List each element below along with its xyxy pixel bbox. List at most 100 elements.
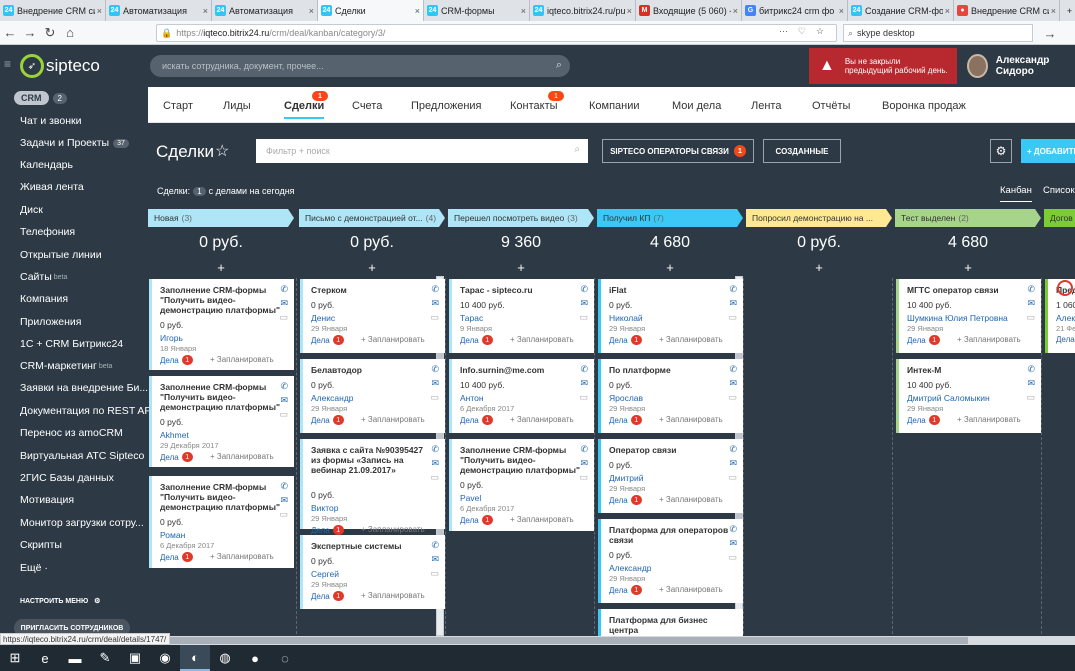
deal-card[interactable]: Платформа для операторов связи 0 руб. Алек… bbox=[598, 519, 743, 603]
schedule-link[interactable]: + Запланировать bbox=[361, 415, 425, 424]
deal-activities[interactable]: Дела 1 bbox=[311, 335, 344, 345]
search-box[interactable]: ⌕ skype desktop bbox=[843, 24, 1033, 42]
close-icon[interactable]: × bbox=[521, 6, 526, 16]
email-icon[interactable]: ✉ bbox=[431, 298, 439, 309]
chat-icon[interactable]: ▭ bbox=[579, 312, 588, 323]
deal-activities[interactable]: Дела 1 bbox=[311, 525, 344, 535]
logo[interactable]: ➶ sipteco bbox=[20, 53, 100, 79]
tab-3[interactable]: Сделки 1 bbox=[284, 91, 328, 119]
deal-activities[interactable]: Дела 1 bbox=[907, 415, 940, 425]
chat-icon[interactable]: ▭ bbox=[1026, 392, 1035, 403]
stage-header[interactable]: Попросил демонстрацию на ... bbox=[746, 209, 892, 227]
phone-icon[interactable]: ✆ bbox=[280, 481, 288, 492]
bookmark-star-icon[interactable]: ☆ bbox=[816, 26, 824, 37]
sidebar-item[interactable]: Чат и звонки bbox=[20, 115, 82, 127]
sidebar-item[interactable]: Ещё · bbox=[20, 562, 48, 574]
browser-tab[interactable]: M Входящие (5 060) - k × bbox=[636, 0, 742, 21]
deal-activities[interactable]: Дела 1 bbox=[460, 415, 493, 425]
deal-title[interactable]: Заполнение CRM-формы "Получить видео-дем… bbox=[160, 482, 280, 512]
portal-search-input[interactable]: искать сотрудника, документ, прочее... ⌕ bbox=[150, 55, 570, 77]
browser-tab[interactable]: Gбитрикс24 crm фо × bbox=[742, 0, 848, 21]
schedule-link[interactable]: + Запланировать bbox=[361, 525, 425, 534]
chat-icon[interactable]: ▭ bbox=[279, 312, 288, 323]
forward-icon[interactable]: → bbox=[20, 23, 40, 43]
stage-header[interactable]: Получил КП (7) bbox=[597, 209, 743, 227]
chat-icon[interactable]: ▭ bbox=[279, 409, 288, 420]
deal-card[interactable]: Тарас - sipteco.ru 10 400 руб. Тарас 9 Янва… bbox=[449, 279, 594, 353]
close-icon[interactable]: × bbox=[415, 6, 420, 16]
view-list-tab[interactable]: Список bbox=[1043, 185, 1075, 196]
close-icon[interactable]: × bbox=[627, 6, 632, 16]
phone-icon[interactable]: ✆ bbox=[1027, 284, 1035, 295]
deal-card[interactable]: Заполнение CRM-формы "Получить видео-дем… bbox=[449, 439, 594, 531]
star-icon[interactable]: ☆ bbox=[215, 141, 229, 161]
schedule-link[interactable]: + Запланировать bbox=[659, 495, 723, 504]
windows-icon[interactable]: ⊞ bbox=[0, 645, 30, 671]
add-deal-plus-icon[interactable]: + bbox=[597, 260, 743, 275]
phone-icon[interactable]: ✆ bbox=[729, 364, 737, 375]
deal-activities[interactable]: Дела 1 bbox=[311, 591, 344, 601]
browser-tab[interactable]: ● Внедрение CRM сис × bbox=[954, 0, 1060, 21]
reload-icon[interactable]: ↻ bbox=[40, 23, 60, 43]
tab-11[interactable]: Воронка продаж bbox=[882, 100, 966, 112]
user-menu[interactable]: Александр Сидоро bbox=[967, 53, 1075, 79]
sidebar-item[interactable]: Монитор загрузки сотру... bbox=[20, 517, 144, 529]
horizontal-scroll-thumb[interactable] bbox=[148, 637, 968, 644]
email-icon[interactable]: ✉ bbox=[431, 378, 439, 389]
deal-contact[interactable]: Алек bbox=[1056, 313, 1075, 323]
phone-icon[interactable]: ✆ bbox=[431, 284, 439, 295]
deal-contact[interactable]: Антон bbox=[460, 393, 484, 403]
record-icon[interactable]: ● bbox=[240, 645, 270, 671]
tab-4[interactable]: Счета bbox=[352, 100, 382, 112]
email-icon[interactable]: ✉ bbox=[431, 554, 439, 565]
deal-card[interactable]: Заявка с сайта №90395427 из формы «Запис… bbox=[300, 439, 445, 535]
close-icon[interactable]: × bbox=[97, 6, 102, 16]
schedule-link[interactable]: + Запланировать bbox=[659, 335, 723, 344]
deal-contact[interactable]: Виктор bbox=[311, 503, 338, 513]
workday-warning[interactable]: ▲ Вы не закрыли предыдущий рабочий день. bbox=[809, 48, 957, 84]
filter-search-input[interactable]: Фильтр + поиск ⌕ bbox=[256, 139, 588, 163]
deal-card[interactable]: Интек-М 10 400 руб. Дмитрий Саломыкин 29 Ян… bbox=[896, 359, 1041, 433]
deal-activities[interactable]: Дела 1 bbox=[609, 415, 642, 425]
add-deal-plus-icon[interactable]: + bbox=[895, 260, 1041, 275]
deal-card[interactable]: Белавтодор 0 руб. Александр 29 Января Дела 1 +… bbox=[300, 359, 445, 433]
sidebar-item[interactable]: Компания bbox=[20, 293, 68, 305]
deal-activities[interactable]: Дела bbox=[1056, 335, 1075, 344]
deal-title[interactable]: Белавтодор bbox=[311, 365, 431, 375]
phone-icon[interactable]: ✆ bbox=[280, 381, 288, 392]
view-kanban-tab[interactable]: Канбан bbox=[1000, 185, 1032, 202]
deal-card[interactable]: Стерком 0 руб. Денис 29 Января Дела 1 + Заплан… bbox=[300, 279, 445, 353]
add-deal-button[interactable]: + ДОБАВИТЬ bbox=[1021, 139, 1075, 163]
deal-contact[interactable]: Роман bbox=[160, 530, 185, 540]
deal-card[interactable]: iFlat 0 руб. Николай 29 Января Дела 1 + Заплан… bbox=[598, 279, 743, 353]
phone-icon[interactable]: ✆ bbox=[1027, 364, 1035, 375]
deal-contact[interactable]: Александр bbox=[609, 563, 652, 573]
deal-contact[interactable]: Александр bbox=[311, 393, 354, 403]
schedule-link[interactable]: + Запланировать bbox=[210, 355, 274, 364]
deal-contact[interactable]: Ярослав bbox=[609, 393, 643, 403]
chrome-icon[interactable]: ◉ bbox=[150, 645, 180, 671]
email-icon[interactable]: ✉ bbox=[280, 298, 288, 309]
phone-icon[interactable]: ✆ bbox=[431, 540, 439, 551]
sidebar-item[interactable]: Документация по REST API bbox=[20, 405, 154, 417]
deal-card[interactable]: По платформе 0 руб. Ярослав 29 Января Дела 1 +… bbox=[598, 359, 743, 433]
chat-icon[interactable]: ▭ bbox=[728, 552, 737, 563]
deal-title[interactable]: По платформе bbox=[609, 365, 729, 375]
phone-icon[interactable]: ✆ bbox=[729, 444, 737, 455]
email-icon[interactable]: ✉ bbox=[729, 298, 737, 309]
stage-header[interactable]: Перешел посмотреть видео (3) bbox=[448, 209, 594, 227]
phone-icon[interactable]: ✆ bbox=[580, 364, 588, 375]
sidebar-item[interactable]: Телефония bbox=[20, 226, 75, 238]
deal-activities[interactable]: Дела 1 bbox=[160, 552, 193, 562]
browser-tab[interactable]: 24 Создание CRM-фор × bbox=[848, 0, 954, 21]
app2-icon[interactable]: ◍ bbox=[210, 645, 240, 671]
deal-contact[interactable]: Игорь bbox=[160, 333, 183, 343]
new-tab-icon[interactable]: + bbox=[1060, 0, 1075, 21]
created-filter-button[interactable]: СОЗДАННЫЕ bbox=[763, 139, 841, 163]
email-icon[interactable]: ✉ bbox=[729, 458, 737, 469]
stage-header[interactable]: Письмо с демонстрацией от... (4) bbox=[299, 209, 445, 227]
chat-icon[interactable]: ▭ bbox=[1026, 312, 1035, 323]
add-deal-plus-icon[interactable]: + bbox=[299, 260, 445, 275]
sidebar-item[interactable]: Скрипты bbox=[20, 539, 62, 551]
schedule-link[interactable]: + Запланировать bbox=[957, 335, 1021, 344]
